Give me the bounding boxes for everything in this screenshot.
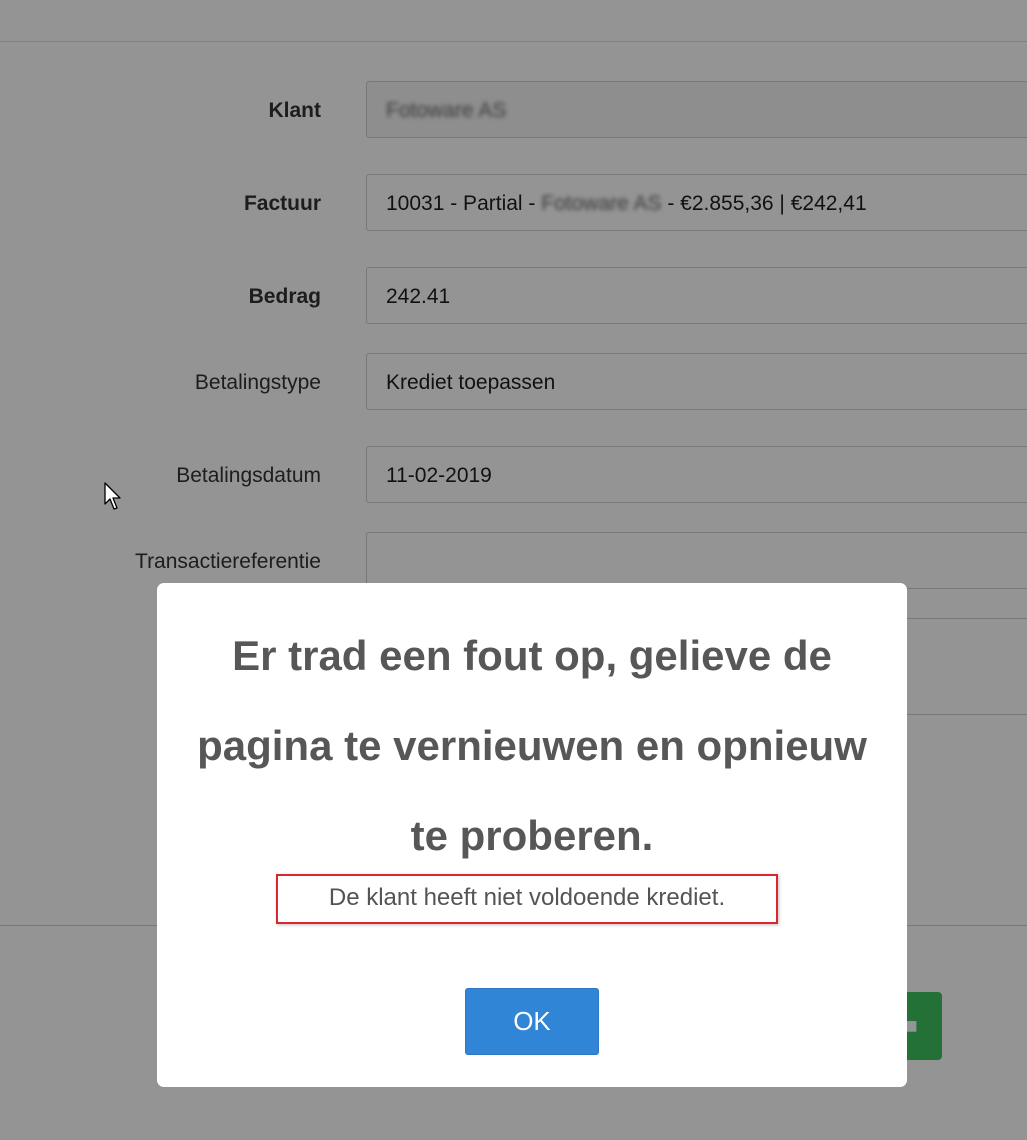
error-dialog: Er trad een fout op, gelieve de pagina t… (157, 583, 907, 1087)
payment-form-page: Klant Fotoware AS Factuur 10031 - Partia… (0, 0, 1027, 1140)
mouse-cursor-icon (104, 482, 121, 510)
ok-button[interactable]: OK (465, 988, 599, 1055)
error-dialog-message: De klant heeft niet voldoende krediet. (276, 874, 778, 924)
error-dialog-title: Er trad een fout op, gelieve de pagina t… (197, 632, 867, 859)
